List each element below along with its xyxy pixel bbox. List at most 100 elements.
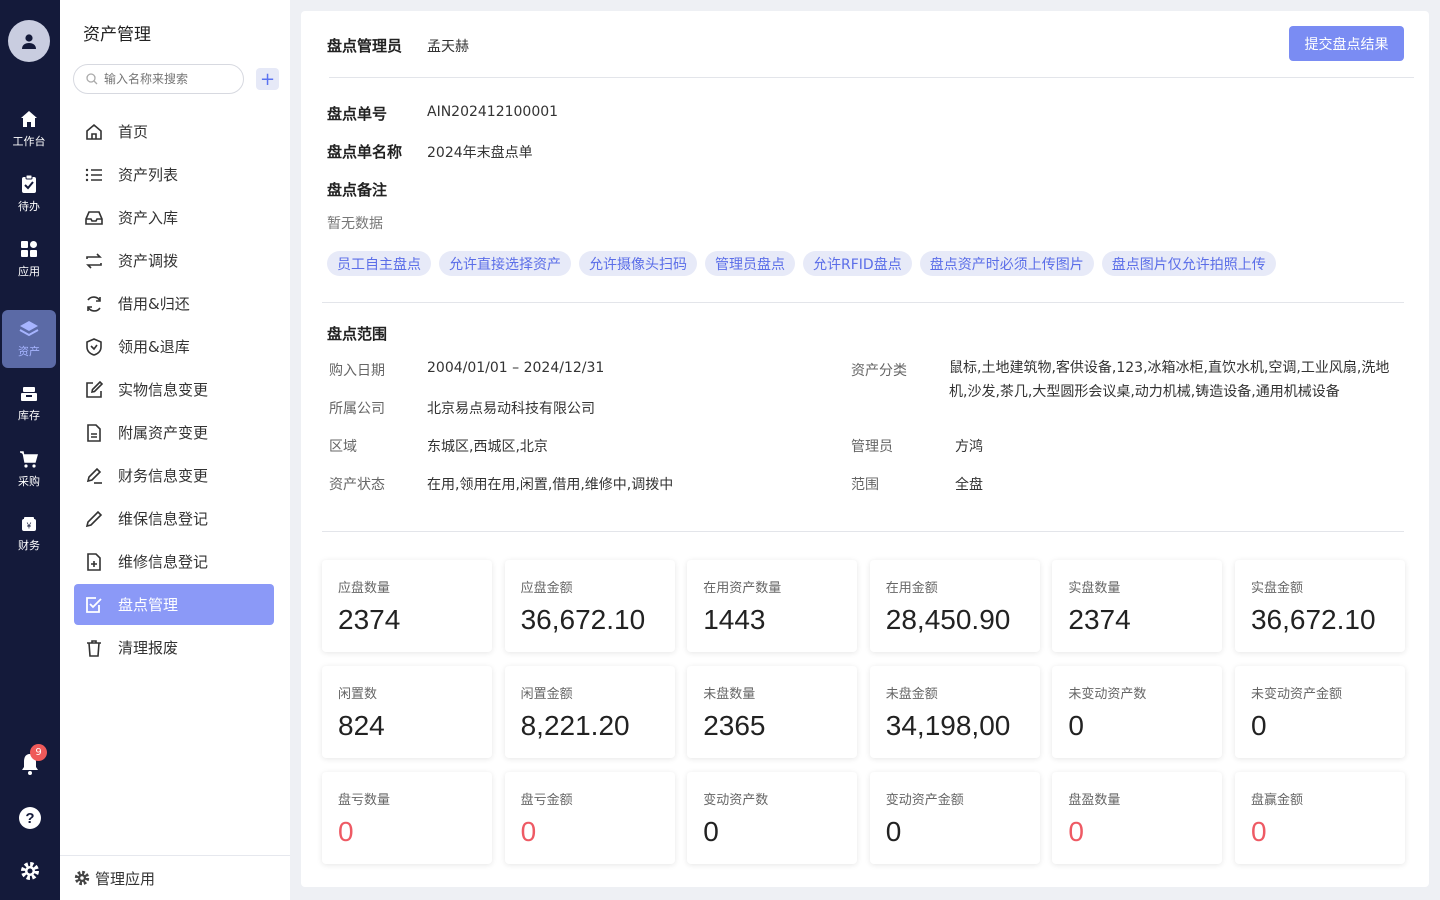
stat-card: 闲置数 824 xyxy=(322,666,492,758)
search-box[interactable] xyxy=(73,64,244,94)
nav-list: 首页 资产列表 资产入库 资产调拨 借用&归还 领用&退库 实物信息变更 附属资… xyxy=(74,111,274,670)
cart-icon xyxy=(20,451,38,468)
document-add-icon xyxy=(87,552,101,571)
option-tag: 允许RFID盘点 xyxy=(803,251,912,276)
submit-result-button[interactable]: 提交盘点结果 xyxy=(1289,26,1404,61)
manager-value: 孟天赫 xyxy=(427,39,469,55)
stat-label: 盘赢金额 xyxy=(1250,793,1303,808)
nav-item-asset-transfer[interactable]: 资产调拨 xyxy=(74,240,274,281)
rail-item-inventory[interactable]: 库存 xyxy=(2,375,56,433)
finance-icon: ¥ xyxy=(22,517,36,531)
order-name-label: 盘点单名称 xyxy=(327,143,403,161)
stat-card: 未变动资产金额 0 xyxy=(1234,666,1405,758)
stat-label: 在用金额 xyxy=(885,581,938,596)
purchase-date-label: 购入日期 xyxy=(329,363,385,379)
settings-button[interactable] xyxy=(0,861,60,881)
nav-item-financial-info-change[interactable]: 财务信息变更 xyxy=(74,455,274,496)
stat-value: 8,221.20 xyxy=(520,710,630,741)
company-label: 所属公司 xyxy=(329,401,385,417)
rail-item-purchase[interactable]: 采购 xyxy=(2,440,56,498)
manager-label: 盘点管理员 xyxy=(327,37,403,55)
remark-value: 暂无数据 xyxy=(327,216,383,232)
rail-item-assets[interactable]: 资产 xyxy=(2,310,56,368)
stat-card: 在用资产数量 1443 xyxy=(687,560,858,652)
order-name-value: 2024年末盘点单 xyxy=(427,145,533,161)
nav-item-home[interactable]: 首页 xyxy=(74,111,274,152)
add-button[interactable]: + xyxy=(256,68,279,90)
category-value: 鼠标,土地建筑物,客供设备,123,冰箱冰柜,直饮水机,空调,工业风扇,洗地机,… xyxy=(949,360,1390,400)
stat-label: 实盘金额 xyxy=(1250,581,1303,596)
document-icon xyxy=(87,423,101,442)
nav-item-claim-return[interactable]: 领用&退库 xyxy=(74,326,274,367)
stat-value: 824 xyxy=(338,710,385,741)
inbox-icon xyxy=(85,210,103,225)
nav-item-label: 实物信息变更 xyxy=(118,381,209,399)
option-tag: 允许直接选择资产 xyxy=(439,251,571,276)
rail-item-workbench[interactable]: 工作台 xyxy=(2,100,56,158)
stat-label: 盘亏数量 xyxy=(338,793,391,808)
nav-item-repair-info[interactable]: 维修信息登记 xyxy=(74,541,274,582)
stat-value: 0 xyxy=(885,816,902,847)
pencil-icon xyxy=(85,510,103,527)
checkbox-edit-icon xyxy=(86,596,102,613)
stat-value: 0 xyxy=(703,816,719,847)
divider xyxy=(322,302,1404,303)
category-label: 资产分类 xyxy=(851,363,907,379)
layers-icon xyxy=(19,321,39,337)
nav-item-borrow-return[interactable]: 借用&归还 xyxy=(74,283,274,324)
gear-icon xyxy=(74,870,90,886)
nav-item-label: 资产入库 xyxy=(118,209,179,227)
stat-card: 应盘数量 2374 xyxy=(322,560,492,652)
subnav-title: 资产管理 xyxy=(83,25,151,45)
stat-value: 0 xyxy=(520,816,537,847)
nav-item-disposal[interactable]: 清理报废 xyxy=(74,627,274,668)
stat-value: 0 xyxy=(1068,710,1084,741)
option-tag: 盘点资产时必须上传图片 xyxy=(919,251,1094,276)
user-icon xyxy=(22,34,36,49)
stat-label: 未盘数量 xyxy=(703,687,756,702)
range-value: 全盘 xyxy=(955,477,983,493)
stat-label: 盘盈数量 xyxy=(1068,793,1121,808)
nav-item-attached-asset-change[interactable]: 附属资产变更 xyxy=(74,412,274,453)
rail-item-label: 财务 xyxy=(18,539,40,552)
avatar[interactable] xyxy=(8,20,50,62)
search-input[interactable] xyxy=(104,72,234,86)
stat-card: 在用金额 28,450.90 xyxy=(869,560,1040,652)
admin-value: 方鸿 xyxy=(955,439,983,455)
nav-item-maintenance-info[interactable]: 维保信息登记 xyxy=(74,498,274,539)
shield-check-icon xyxy=(86,337,102,356)
nav-item-label: 借用&归还 xyxy=(118,295,190,313)
order-no-label: 盘点单号 xyxy=(327,105,388,123)
nav-item-asset-inbound[interactable]: 资产入库 xyxy=(74,197,274,238)
rail-item-todo[interactable]: 待办 xyxy=(2,165,56,223)
rail-item-finance[interactable]: ¥ 财务 xyxy=(2,505,56,563)
inventory-detail-card: 盘点管理员 孟天赫 提交盘点结果 盘点单号 AIN202412100001 盘点… xyxy=(301,11,1429,887)
range-label: 范围 xyxy=(851,477,879,493)
nav-item-label: 清理报废 xyxy=(118,639,179,657)
rail-item-apps[interactable]: 应用 xyxy=(2,230,56,288)
nav-item-asset-list[interactable]: 资产列表 xyxy=(74,154,274,195)
gear-icon xyxy=(21,862,39,880)
nav-item-label: 维修信息登记 xyxy=(118,553,209,571)
option-tag: 允许摄像头扫码 xyxy=(579,251,697,276)
nav-item-physical-info-change[interactable]: 实物信息变更 xyxy=(74,369,274,410)
svg-text:¥: ¥ xyxy=(26,522,32,531)
stat-value: 0 xyxy=(338,816,354,847)
stat-label: 在用资产数量 xyxy=(703,581,782,596)
stat-card: 未变动资产数 0 xyxy=(1052,666,1223,758)
stat-label: 应盘金额 xyxy=(520,581,573,596)
stat-card: 盘亏数量 0 xyxy=(322,772,492,864)
stats-grid: 应盘数量 2374 应盘金额 36,672.10 在用资产数量 1443 在用金额 28… xyxy=(322,560,1405,864)
stat-value: 2374 xyxy=(338,604,401,635)
stat-value: 0 xyxy=(1250,816,1267,847)
remark-label: 盘点备注 xyxy=(327,181,388,199)
manage-apps-button[interactable]: 管理应用 xyxy=(60,855,290,900)
nav-item-inventory-check[interactable]: 盘点管理 xyxy=(74,584,274,625)
stat-value: 28,450.90 xyxy=(885,604,1011,635)
stat-label: 未盘金额 xyxy=(885,687,938,702)
help-button[interactable]: ? xyxy=(0,806,60,830)
stat-value: 2365 xyxy=(703,710,766,741)
notifications-button[interactable]: 9 xyxy=(0,744,60,776)
nav-item-label: 资产列表 xyxy=(118,166,179,184)
admin-label: 管理员 xyxy=(851,439,893,455)
